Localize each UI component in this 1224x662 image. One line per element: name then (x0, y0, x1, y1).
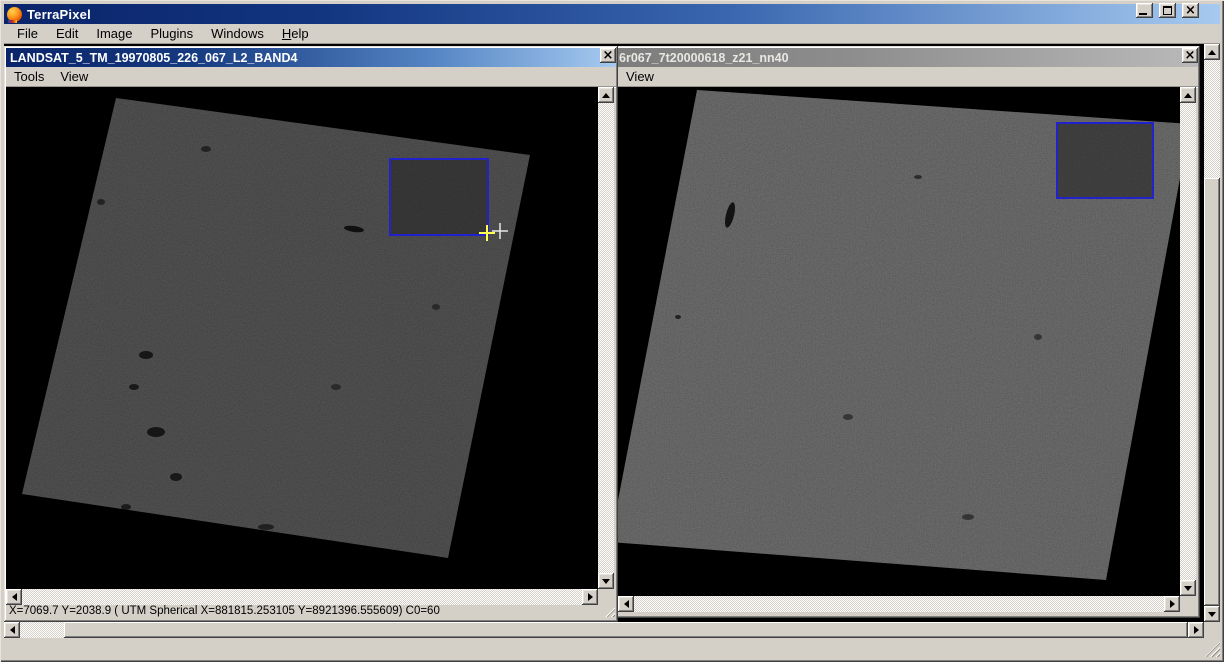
menu-edit[interactable]: Edit (47, 24, 87, 43)
main-menubar: File Edit Image Plugins Windows Help (4, 24, 1220, 44)
left-horizontal-scrollbar[interactable] (6, 589, 598, 605)
right-window-titlebar[interactable]: 6r067_7t20000618_z21_nn40 (618, 48, 1198, 67)
right-horizontal-scrollbar[interactable] (618, 596, 1180, 612)
minimize-button[interactable] (1136, 3, 1153, 18)
left-satellite-scene (22, 98, 530, 558)
right-window-close-button[interactable]: × (1182, 48, 1198, 63)
maximize-icon (1163, 6, 1172, 15)
arrow-right-icon (1169, 600, 1175, 608)
right-window-menubar: View (618, 67, 1198, 87)
mdi-workspace: 6r067_7t20000618_z21_nn40 × View LANDSAT… (4, 44, 1220, 638)
minimize-icon (1139, 13, 1147, 15)
left-satellite-image (22, 98, 530, 558)
main-titlebar[interactable]: TerraPixel (4, 4, 1220, 24)
arrow-down-icon (1208, 611, 1216, 617)
right-vertical-scrollbar[interactable] (1180, 87, 1196, 596)
arrow-up-icon (1208, 49, 1216, 55)
close-icon: × (602, 48, 614, 63)
close-icon: × (1184, 48, 1196, 63)
left-window-statusbar: X=7069.7 Y=2038.9 ( UTM Spherical X=8818… (6, 605, 616, 618)
left-image-canvas[interactable] (6, 87, 598, 589)
left-window-close-button[interactable]: × (600, 48, 616, 63)
arrow-down-icon (1184, 585, 1192, 591)
close-icon: × (1185, 3, 1196, 18)
arrow-left-icon (11, 593, 17, 601)
left-window-titlebar[interactable]: LANDSAT_5_TM_19970805_226_067_L2_BAND4 (6, 48, 616, 67)
arrow-up-icon (602, 92, 610, 98)
app-title: TerraPixel (27, 6, 91, 22)
app-icon (7, 6, 22, 23)
menu-plugins[interactable]: Plugins (142, 24, 203, 43)
menu-help[interactable]: Help (273, 24, 318, 43)
right-satellite-scene (618, 90, 1180, 580)
scroll-right-button[interactable] (1188, 622, 1204, 638)
right-window-title: 6r067_7t20000618_z21_nn40 (619, 50, 789, 65)
right-menu-view[interactable]: View (618, 67, 662, 86)
scroll-left-button[interactable] (618, 596, 634, 612)
left-menu-view[interactable]: View (52, 67, 96, 86)
mdi-horizontal-scrollbar[interactable] (4, 622, 1204, 638)
arrow-left-icon (9, 626, 15, 634)
mdi-vertical-scrollbar[interactable] (1204, 44, 1220, 622)
scroll-left-button[interactable] (4, 622, 20, 638)
left-image-window: LANDSAT_5_TM_19970805_226_067_L2_BAND4 ×… (4, 46, 618, 622)
left-menu-tools[interactable]: Tools (6, 67, 52, 86)
scroll-up-button[interactable] (1204, 44, 1220, 60)
status-coordinates: X=7069.7 Y=2038.9 ( UTM Spherical X=8818… (9, 605, 440, 617)
scroll-down-button[interactable] (1204, 606, 1220, 622)
maximize-button[interactable] (1159, 3, 1176, 18)
statusbar-resize-grip[interactable] (603, 605, 615, 617)
window-resize-grip[interactable] (1205, 642, 1220, 657)
menu-windows[interactable]: Windows (202, 24, 273, 43)
arrow-up-icon (1184, 92, 1192, 98)
scroll-left-button[interactable] (6, 589, 22, 605)
scroll-right-button[interactable] (582, 589, 598, 605)
left-window-menubar: Tools View (6, 67, 616, 87)
menu-image[interactable]: Image (87, 24, 141, 43)
scrollbar-thumb[interactable] (1204, 178, 1220, 606)
right-image-canvas[interactable] (618, 87, 1180, 596)
scroll-up-button[interactable] (598, 87, 614, 103)
right-image-window: 6r067_7t20000618_z21_nn40 × View (616, 46, 1200, 618)
close-button[interactable]: × (1182, 3, 1199, 18)
scroll-down-button[interactable] (1180, 580, 1196, 596)
arrow-down-icon (602, 578, 610, 584)
app-window: TerraPixel × File Edit Image Plugins Win… (0, 0, 1224, 662)
arrow-right-icon (587, 593, 593, 601)
arrow-left-icon (623, 600, 629, 608)
left-window-title: LANDSAT_5_TM_19970805_226_067_L2_BAND4 (10, 50, 298, 65)
scroll-up-button[interactable] (1180, 87, 1196, 103)
scrollbar-corner (1204, 622, 1220, 638)
scrollbar-thumb[interactable] (64, 622, 1188, 638)
left-vertical-scrollbar[interactable] (598, 87, 614, 589)
menu-file[interactable]: File (8, 24, 47, 43)
scroll-down-button[interactable] (598, 573, 614, 589)
scroll-right-button[interactable] (1164, 596, 1180, 612)
arrow-right-icon (1193, 626, 1199, 634)
